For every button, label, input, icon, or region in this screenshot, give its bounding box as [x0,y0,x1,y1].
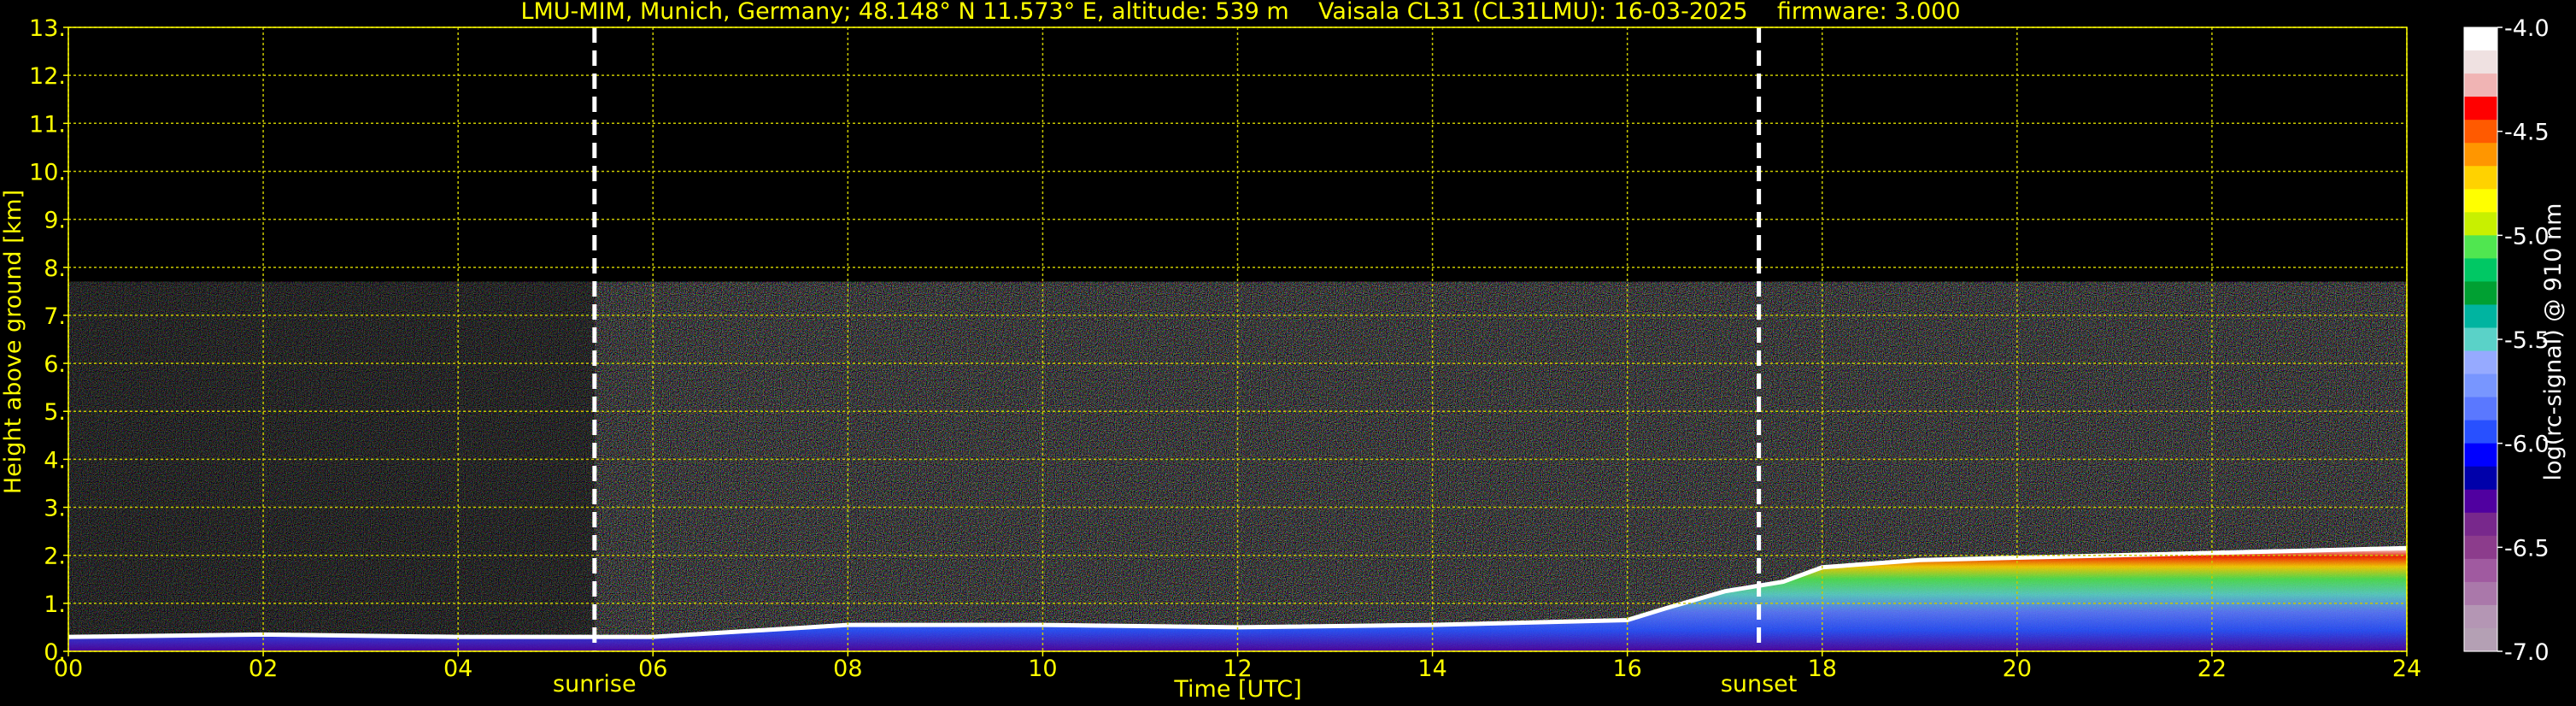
colorbar-swatch [2464,512,2497,537]
colorbar-swatch [2464,212,2497,236]
colorbar-swatch [2464,258,2497,283]
colorbar-swatch [2464,350,2497,375]
y-tick-label: 1. [44,591,66,618]
x-tick-label: 22 [2198,656,2227,682]
x-axis-label: Time [UTC] [1173,676,1301,703]
colorbar-swatch [2464,466,2497,491]
colorbar-swatch [2464,235,2497,259]
colorbar-swatch [2464,189,2497,213]
y-tick-label: 12. [29,63,66,90]
night-dimming [68,281,595,651]
colorbar-tick-label: -4.5 [2504,120,2550,146]
colorbar-swatch [2464,120,2497,144]
colorbar-swatch [2464,627,2497,652]
x-tick-label: 18 [1808,656,1837,682]
colorbar-swatch [2464,420,2497,444]
colorbar-swatch [2464,97,2497,121]
colorbar-swatch [2464,397,2497,421]
marker-label-sunset: sunset [1721,671,1798,697]
colorbar-tick-label: -4.0 [2504,15,2550,42]
y-tick-label: 0. [44,639,66,666]
colorbar-swatch [2464,74,2497,97]
colorbar-swatch [2464,374,2497,398]
x-tick-label: 24 [2392,656,2421,682]
colorbar-swatch [2464,304,2497,329]
y-tick-label: 8. [44,256,66,282]
colorbar-swatch [2464,558,2497,583]
x-tick-label: 16 [1612,656,1641,682]
x-tick-label: 14 [1417,656,1446,682]
y-tick-label: 5. [44,399,66,426]
y-tick-label: 11. [29,111,66,138]
y-axis-label: Height above ground [km] [0,190,26,494]
colorbar-swatch [2464,50,2497,74]
colorbar: -4.0-4.5-5.0-5.5-6.0-6.5-7.0 [2463,15,2550,666]
y-tick-label: 2. [44,544,66,570]
colorbar-swatch [2464,535,2497,560]
y-tick-label: 4. [44,447,66,474]
colorbar-label: log(rc-signal) @ 910 nm [2540,203,2567,481]
colorbar-swatch [2464,327,2497,352]
colorbar-tick-label: -6.5 [2504,535,2550,562]
x-tick-label: 08 [833,656,862,682]
colorbar-swatch [2464,443,2497,468]
y-tick-label: 3. [44,496,66,522]
x-tick-label: 04 [443,656,472,682]
x-tick-label: 02 [249,656,278,682]
x-tick-label: 10 [1028,656,1057,682]
colorbar-swatch [2464,581,2497,606]
y-tick-label: 10. [29,159,66,185]
colorbar-swatch [2464,143,2497,167]
colorbar-swatch [2464,604,2497,629]
y-tick-label: 6. [44,351,66,378]
colorbar-swatch [2464,166,2497,190]
y-tick-label: 9. [44,208,66,234]
y-tick-label: 13. [29,15,66,42]
marker-label-sunrise: sunrise [553,671,637,697]
colorbar-tick-label: -7.0 [2504,639,2550,666]
colorbar-swatch [2464,27,2497,51]
ceilometer-chart: sunrise sunset 00 02 04 06 08 10 12 14 16 18 20 22 24… [0,0,2567,703]
chart-title: LMU-MIM, Munich, Germany; 48.148° N 11.5… [520,0,1960,25]
colorbar-swatch [2464,489,2497,514]
y-tick-label: 7. [44,303,66,330]
colorbar-swatch [2464,281,2497,306]
x-tick-label: 06 [638,656,667,682]
x-tick-label: 20 [2003,656,2032,682]
